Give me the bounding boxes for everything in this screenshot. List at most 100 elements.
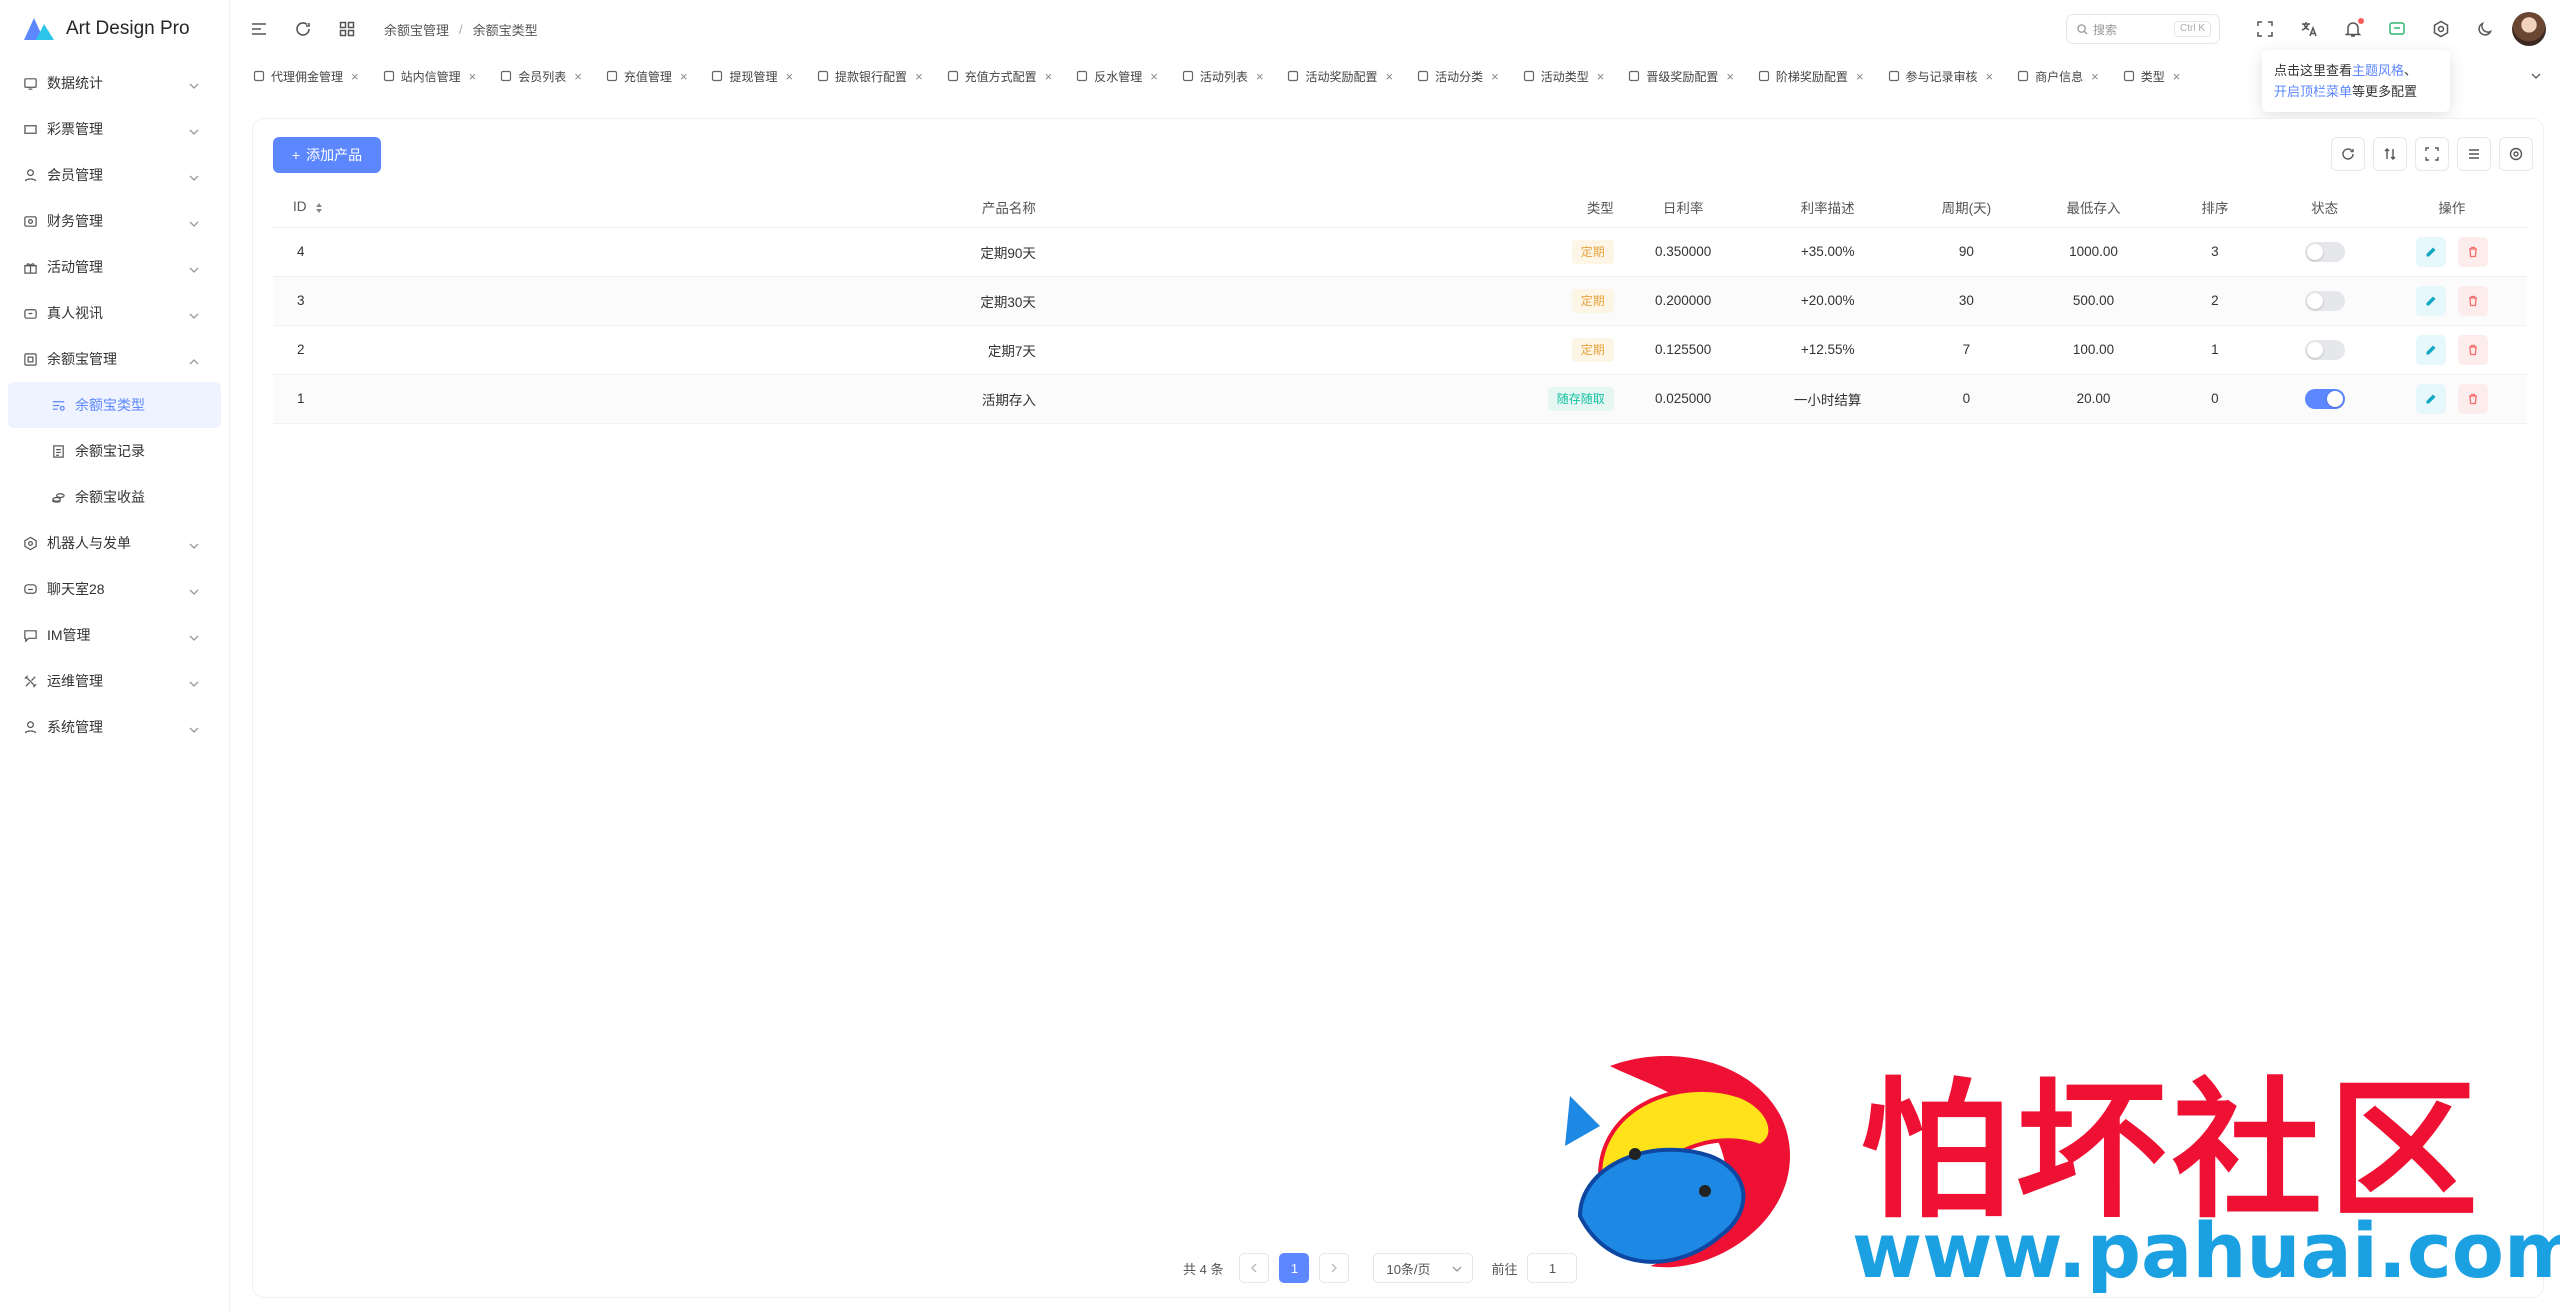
- page-tab[interactable]: 晋级奖励配置 ×: [1619, 61, 1743, 91]
- page-tab[interactable]: 充值管理 ×: [597, 61, 697, 91]
- close-icon[interactable]: ×: [2173, 69, 2181, 84]
- sidebar-item[interactable]: 活动管理: [0, 244, 229, 290]
- sidebar-item[interactable]: 系统管理: [0, 704, 229, 750]
- tabs-more-chevron-icon[interactable]: [2522, 62, 2550, 90]
- sidebar-item[interactable]: 聊天室28: [0, 566, 229, 612]
- status-toggle[interactable]: [2304, 241, 2345, 262]
- sidebar-subitem-label: 余额宝记录: [75, 443, 145, 459]
- page-tab[interactable]: 活动分类 ×: [1408, 61, 1508, 91]
- status-toggle[interactable]: [2304, 339, 2345, 360]
- add-product-button[interactable]: + 添加产品: [273, 137, 381, 173]
- tooltip-link-theme[interactable]: 主题风格: [2352, 63, 2404, 78]
- tab-icon: [2123, 70, 2135, 82]
- page-tab[interactable]: 代理佣金管理 ×: [244, 61, 368, 91]
- delete-button[interactable]: [2457, 285, 2488, 316]
- sidebar-item[interactable]: 彩票管理: [0, 106, 229, 152]
- table-density-icon[interactable]: [2373, 137, 2407, 171]
- notification-bell-icon[interactable]: [2336, 12, 2370, 46]
- page-size-select[interactable]: 10条/页: [1373, 1253, 1474, 1283]
- status-toggle[interactable]: [2304, 290, 2345, 311]
- tab-icon: [253, 70, 265, 82]
- close-icon[interactable]: ×: [351, 69, 359, 84]
- close-icon[interactable]: ×: [2091, 69, 2099, 84]
- dark-mode-moon-icon[interactable]: [2468, 12, 2502, 46]
- menu-toggle-icon[interactable]: [244, 14, 274, 44]
- page-tab[interactable]: 充值方式配置 ×: [938, 61, 1062, 91]
- close-icon[interactable]: ×: [1597, 69, 1605, 84]
- tooltip-link-topbar[interactable]: 开启顶栏菜单: [2274, 84, 2352, 99]
- column-header-label: ID: [293, 199, 307, 215]
- page-tab[interactable]: 反水管理 ×: [1067, 61, 1167, 91]
- page-tab[interactable]: 参与记录审核 ×: [1879, 61, 2003, 91]
- sidebar-item[interactable]: 数据统计: [0, 60, 229, 106]
- page-tab[interactable]: 提款银行配置 ×: [808, 61, 932, 91]
- delete-button[interactable]: [2457, 383, 2488, 414]
- next-page-button[interactable]: [1319, 1253, 1350, 1283]
- refresh-icon[interactable]: [288, 14, 318, 44]
- search-input[interactable]: 搜索 Ctrl K: [2066, 14, 2220, 44]
- page-tab[interactable]: 活动列表 ×: [1173, 61, 1273, 91]
- close-icon[interactable]: ×: [1045, 69, 1053, 84]
- tab-icon: [1628, 70, 1640, 82]
- column-header-id[interactable]: ID: [273, 187, 482, 228]
- table-fullscreen-icon[interactable]: [2415, 137, 2449, 171]
- close-icon[interactable]: ×: [469, 69, 477, 84]
- table-settings-icon[interactable]: [2499, 137, 2533, 171]
- cell-rate-desc: +20.00%: [1752, 276, 1903, 326]
- edit-button[interactable]: [2415, 334, 2446, 365]
- sidebar-item[interactable]: 运维管理: [0, 658, 229, 704]
- delete-button[interactable]: [2457, 334, 2488, 365]
- delete-button[interactable]: [2457, 236, 2488, 267]
- table-columns-icon[interactable]: [2457, 137, 2491, 171]
- page-tab[interactable]: 活动奖励配置 ×: [1278, 61, 1402, 91]
- status-toggle[interactable]: [2304, 388, 2345, 409]
- sort-icon[interactable]: [315, 202, 323, 214]
- page-number-button[interactable]: 1: [1279, 1253, 1310, 1283]
- close-icon[interactable]: ×: [1256, 69, 1264, 84]
- app-logo[interactable]: Art Design Pro: [0, 0, 229, 58]
- ticket-icon: [22, 121, 38, 137]
- close-icon[interactable]: ×: [1856, 69, 1864, 84]
- close-icon[interactable]: ×: [915, 69, 923, 84]
- user-avatar[interactable]: [2512, 12, 2546, 46]
- table-refresh-icon[interactable]: [2331, 137, 2365, 171]
- breadcrumb-item[interactable]: 余额宝管理: [384, 20, 449, 39]
- page-tab[interactable]: 提现管理 ×: [702, 61, 802, 91]
- fullscreen-icon[interactable]: [2248, 12, 2282, 46]
- close-icon[interactable]: ×: [785, 69, 793, 84]
- close-icon[interactable]: ×: [1986, 69, 1994, 84]
- close-icon[interactable]: ×: [1491, 69, 1499, 84]
- grid-icon[interactable]: [332, 14, 362, 44]
- sidebar-item[interactable]: 余额宝管理: [0, 336, 229, 382]
- pagination-total: 共 4 条: [1183, 1261, 1224, 1277]
- close-icon[interactable]: ×: [1386, 69, 1394, 84]
- page-tab[interactable]: 商户信息 ×: [2008, 61, 2108, 91]
- page-tab[interactable]: 活动类型 ×: [1514, 61, 1614, 91]
- page-tab[interactable]: 会员列表 ×: [491, 61, 591, 91]
- close-icon[interactable]: ×: [1726, 69, 1734, 84]
- sidebar-subitem[interactable]: 余额宝记录: [8, 428, 221, 474]
- sidebar-item[interactable]: 会员管理: [0, 152, 229, 198]
- pagination: 共 4 条 1 10条/页 前往 1: [1183, 1253, 1578, 1283]
- sidebar-item[interactable]: 真人视讯: [0, 290, 229, 336]
- close-icon[interactable]: ×: [680, 69, 688, 84]
- page-tab[interactable]: 阶梯奖励配置 ×: [1749, 61, 1873, 91]
- translate-icon[interactable]: [2292, 12, 2326, 46]
- sidebar-item[interactable]: 机器人与发单: [0, 520, 229, 566]
- sidebar-item[interactable]: IM管理: [0, 612, 229, 658]
- edit-button[interactable]: [2415, 236, 2446, 267]
- settings-gear-icon[interactable]: [2424, 12, 2458, 46]
- sidebar-item[interactable]: 财务管理: [0, 198, 229, 244]
- sidebar-subitem[interactable]: 余额宝类型: [8, 382, 221, 428]
- page-tab[interactable]: 站内信管理 ×: [374, 61, 486, 91]
- close-icon[interactable]: ×: [1150, 69, 1158, 84]
- tab-icon: [1076, 70, 1088, 82]
- prev-page-button[interactable]: [1239, 1253, 1270, 1283]
- edit-button[interactable]: [2415, 383, 2446, 414]
- breadcrumb-separator: /: [459, 21, 463, 37]
- chat-icon[interactable]: [2380, 12, 2414, 46]
- page-tab[interactable]: 类型 ×: [2114, 61, 2190, 91]
- close-icon[interactable]: ×: [574, 69, 582, 84]
- sidebar-subitem[interactable]: 余额宝收益: [8, 474, 221, 520]
- edit-button[interactable]: [2415, 285, 2446, 316]
